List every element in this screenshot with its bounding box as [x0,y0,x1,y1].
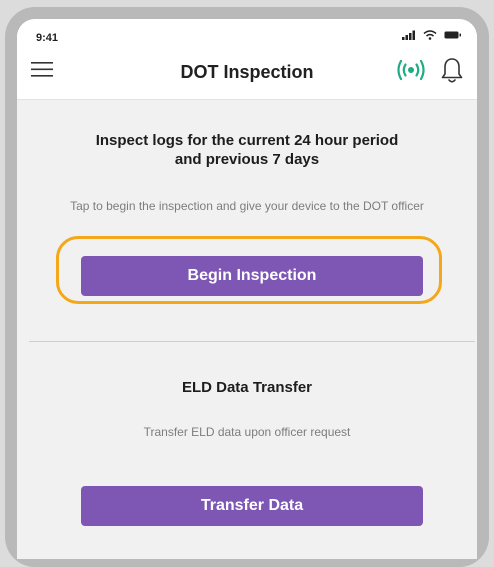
broadcast-signal-icon[interactable] [395,59,427,81]
inspection-description: Tap to begin the inspection and give you… [70,199,424,213]
top-app-bar: 9:41 DOT Inspection [17,19,477,100]
data-transfer-description: Transfer ELD data upon officer request [143,425,351,439]
wifi-icon [423,30,437,40]
data-transfer-heading: ELD Data Transfer [181,379,313,396]
status-time: 9:41 [36,32,59,44]
phone-frame: 9:41 DOT Inspection Inspect logs for the… [5,7,489,567]
cellular-signal-icon [402,30,415,40]
bell-icon[interactable] [440,56,464,84]
begin-inspection-button[interactable]: Begin Inspection [81,256,423,296]
inspection-heading: Inspect logs for the current 24 hour per… [57,131,437,169]
transfer-data-button[interactable]: Transfer Data [81,486,423,526]
status-icons [402,30,462,40]
battery-icon [444,31,461,39]
section-divider [29,341,475,342]
inspection-heading-line1: Inspect logs for the current 24 hour per… [95,132,399,149]
app-screen: 9:41 DOT Inspection Inspect logs for the… [17,19,477,559]
inspection-heading-line2: and previous 7 days [174,151,320,168]
